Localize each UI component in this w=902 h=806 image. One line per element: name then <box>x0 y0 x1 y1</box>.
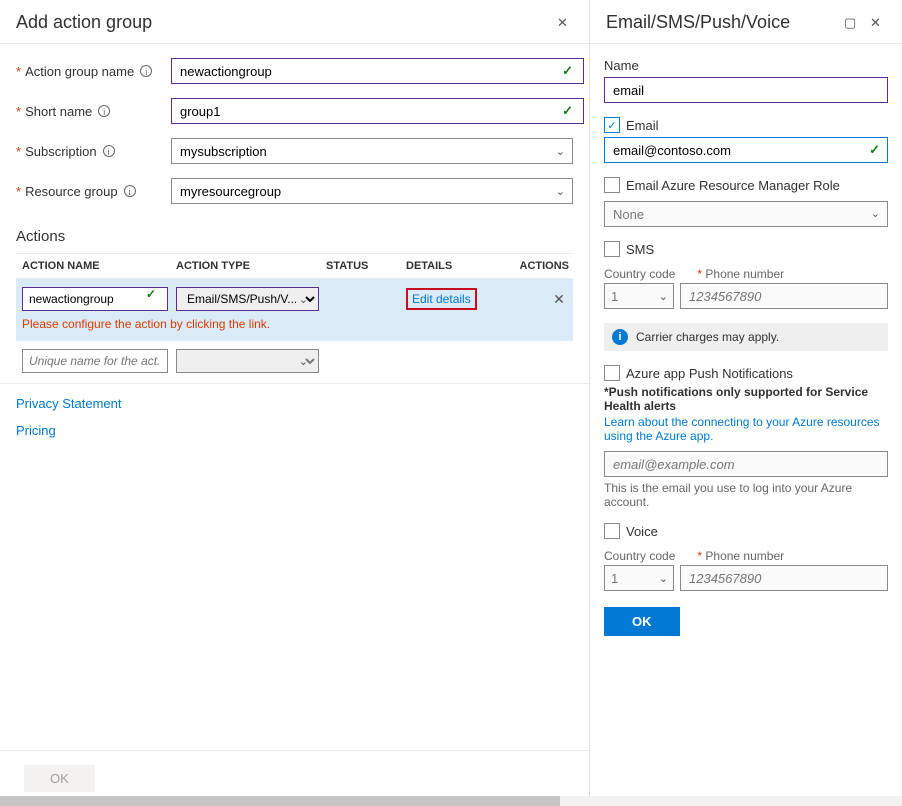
input-email[interactable] <box>604 137 888 163</box>
info-banner-text: Carrier charges may apply. <box>636 330 779 344</box>
required-asterisk: * <box>16 64 21 79</box>
checkbox-arm-role[interactable] <box>604 177 620 193</box>
select-voice-country-code[interactable]: 1 <box>604 565 674 591</box>
edit-details-link[interactable]: Edit details <box>406 288 477 310</box>
close-icon[interactable]: ✕ <box>870 15 886 31</box>
actions-heading: Actions <box>16 228 573 245</box>
right-panel-header: Email/SMS/Push/Voice ▢ ✕ <box>590 0 902 44</box>
table-header-row: ACTION NAME ACTION TYPE STATUS DETAILS A… <box>16 253 573 279</box>
maximize-icon[interactable]: ▢ <box>844 15 860 31</box>
checkbox-sms[interactable] <box>604 241 620 257</box>
col-header-actions: ACTIONS <box>484 260 573 272</box>
label-voice-phone: * Phone number <box>695 549 784 563</box>
col-header-details: DETAILS <box>406 260 484 272</box>
row-action-name-input-empty[interactable] <box>22 349 168 373</box>
ok-button-disabled: OK <box>24 765 95 792</box>
select-sms-country-code[interactable]: 1 <box>604 283 674 309</box>
label-voice-country-code: Country code <box>604 549 675 563</box>
select-subscription[interactable]: mysubscription <box>171 138 573 164</box>
col-header-name: ACTION NAME <box>16 260 176 272</box>
label-voice: Voice <box>626 524 658 539</box>
right-panel-body: Name ✓ Email ✓ Email Azure Resource Mana… <box>590 44 902 646</box>
check-icon: ✓ <box>869 142 880 158</box>
email-sms-push-voice-panel: Email/SMS/Push/Voice ▢ ✕ Name ✓ Email ✓ … <box>590 0 902 806</box>
links-block: Privacy Statement Pricing <box>0 383 589 456</box>
info-icon[interactable]: i <box>140 65 152 77</box>
info-icon[interactable]: i <box>124 185 136 197</box>
add-action-group-panel: Add action group ✕ * Action group name i… <box>0 0 590 806</box>
label-sms: SMS <box>626 242 654 257</box>
checkbox-push[interactable] <box>604 365 620 381</box>
push-note: *Push notifications only supported for S… <box>604 385 888 413</box>
col-header-status: STATUS <box>326 260 406 272</box>
row-action-type-select[interactable]: Email/SMS/Push/V... <box>176 287 319 311</box>
label-subscription: * Subscription i <box>16 144 171 159</box>
input-action-group-name[interactable] <box>171 58 584 84</box>
row-warning-text: Please configure the action by clicking … <box>16 313 573 341</box>
right-panel-title: Email/SMS/Push/Voice <box>606 12 790 33</box>
input-short-name[interactable] <box>171 98 584 124</box>
push-learn-link[interactable]: Learn about the connecting to your Azure… <box>604 415 888 443</box>
delete-row-icon[interactable]: ✕ <box>549 291 569 308</box>
info-icon[interactable]: i <box>103 145 115 157</box>
left-panel-header: Add action group ✕ <box>0 0 589 44</box>
ok-button[interactable]: OK <box>604 607 680 636</box>
row-action-type-select-empty[interactable] <box>176 349 319 373</box>
label-arm-role: Email Azure Resource Manager Role <box>626 178 840 193</box>
input-sms-phone[interactable] <box>680 283 888 309</box>
privacy-link[interactable]: Privacy Statement <box>16 396 573 411</box>
select-arm-role[interactable]: None <box>604 201 888 227</box>
col-header-type: ACTION TYPE <box>176 260 326 272</box>
label-sms-country-code: Country code <box>604 267 675 281</box>
push-help-text: This is the email you use to log into yo… <box>604 481 888 509</box>
label-resource-group: * Resource group i <box>16 184 171 199</box>
actions-table: ACTION NAME ACTION TYPE STATUS DETAILS A… <box>0 253 589 375</box>
info-icon[interactable]: i <box>98 105 110 117</box>
label-short-name: * Short name i <box>16 104 171 119</box>
label-sms-phone: * Phone number <box>695 267 784 281</box>
checkbox-voice[interactable] <box>604 523 620 539</box>
info-icon: i <box>612 329 628 345</box>
scrollbar-thumb[interactable] <box>0 796 560 806</box>
table-row-empty: ⌄ <box>16 341 573 375</box>
checkbox-email[interactable]: ✓ <box>604 117 620 133</box>
check-icon: ✓ <box>146 287 156 301</box>
select-resource-group[interactable]: myresourcegroup <box>171 178 573 204</box>
input-name[interactable] <box>604 77 888 103</box>
pricing-link[interactable]: Pricing <box>16 423 573 438</box>
info-banner: i Carrier charges may apply. <box>604 323 888 351</box>
horizontal-scrollbar[interactable] <box>0 796 902 806</box>
table-row: ✓ Email/SMS/Push/V... ⌄ Edit details ✕ <box>16 279 573 313</box>
label-name: Name <box>604 58 888 73</box>
form-body: * Action group name i ✓ * Short name i ✓ <box>0 44 589 224</box>
close-icon[interactable]: ✕ <box>557 15 573 31</box>
left-panel-title: Add action group <box>16 12 152 33</box>
input-voice-phone[interactable] <box>680 565 888 591</box>
label-action-group-name: * Action group name i <box>16 64 171 79</box>
label-push: Azure app Push Notifications <box>626 366 793 381</box>
input-push-email[interactable] <box>604 451 888 477</box>
label-email: Email <box>626 118 659 133</box>
